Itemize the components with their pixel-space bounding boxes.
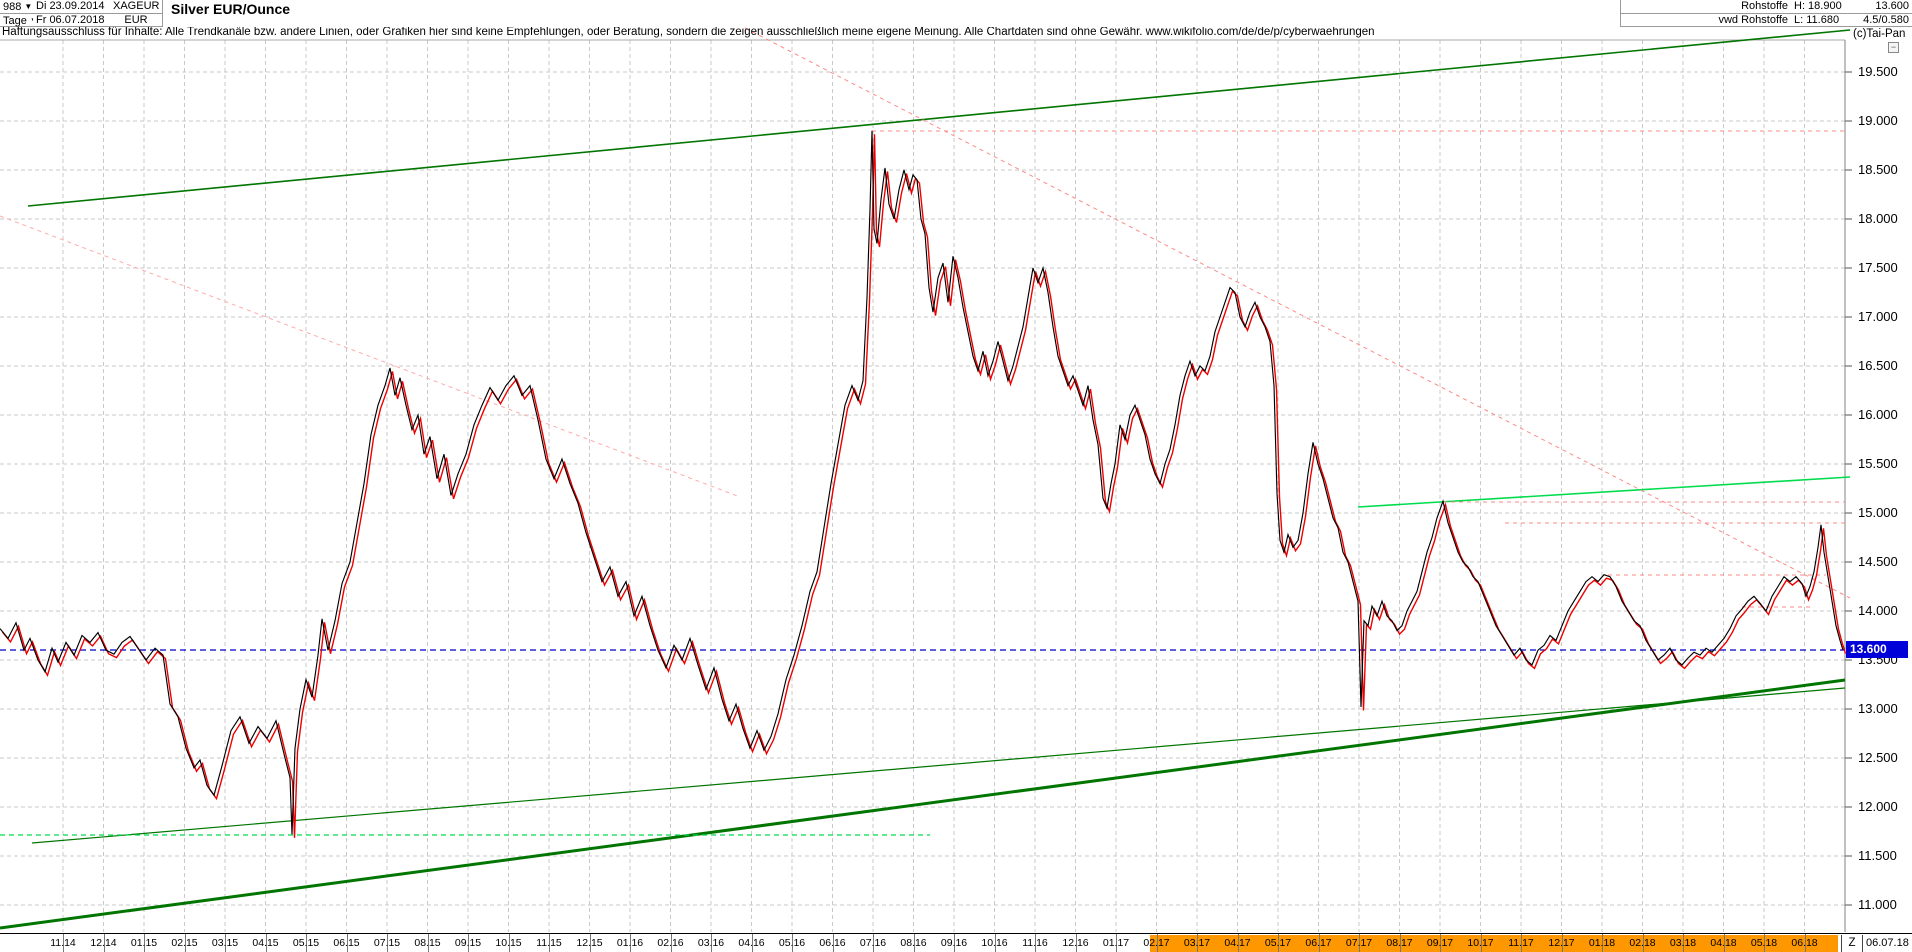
x-axis-month-label: 05.17 [1258,937,1298,949]
x-axis-month-label: 06.16 [813,937,853,949]
y-axis-tick-label: 16.500 [1858,358,1898,373]
x-axis-month-label: 10.16 [975,937,1015,949]
x-axis-month-label: 01.18 [1582,937,1622,949]
y-axis-tick-label: 16.000 [1858,407,1898,422]
y-axis-tick-label: 17.000 [1858,309,1898,324]
x-axis-month-label: 12.17 [1542,937,1582,949]
x-axis-month-label: 05.18 [1744,937,1784,949]
chart-header: 988 ▼ Di 23.09.2014 XAGEUR Tage ▼ Fr 06.… [0,0,1912,27]
upper-trend-channel [28,30,1850,206]
y-axis-tick-label: 14.500 [1858,554,1898,569]
chevron-down-icon: ▼ [24,2,32,11]
y-axis-tick-label: 15.500 [1858,456,1898,471]
page-title: Silver EUR/Ounce [167,1,294,17]
x-axis-bar: 11.1412.1401.1502.1503.1504.1505.1506.15… [0,933,1912,952]
x-axis-month-label: 11.14 [43,937,83,949]
x-axis-month-label: 03.15 [205,937,245,949]
x-axis-month-label: 07.15 [367,937,407,949]
price-chart-canvas[interactable]: 19.500 19.000 18.500 18.000 17.500 17.000 16.5… [0,0,1912,952]
x-axis-month-label: 03.16 [691,937,731,949]
last-price-header: 13.600 [1855,0,1912,14]
x-axis-month-label: 10.15 [489,937,529,949]
change-value: 4.5/0.580 [1855,13,1912,27]
y-axis-tick-label: 18.500 [1858,162,1898,177]
date-from[interactable]: Di 23.09.2014 [33,0,111,14]
x-axis-month-label: 08.15 [408,937,448,949]
end-date-label: 06.07.18 [1866,937,1909,949]
y-axis-tick-label: 12.000 [1858,799,1898,814]
x-axis-month-label: 01.16 [610,937,650,949]
last-price-badge: 13.600 [1846,641,1908,658]
x-axis-month-label: 04.15 [246,937,286,949]
y-axis-tick-label: 15.000 [1858,505,1898,520]
x-axis-month-label: 02.15 [165,937,205,949]
periods-dropdown[interactable]: 988 ▼ [0,0,34,14]
copyright-label: (c)Tai-Pan [1853,28,1905,40]
x-axis-month-label: 06.18 [1785,937,1825,949]
y-axis-tick-label: 14.000 [1858,603,1898,618]
data-source-line1: Rohstoffe [1620,0,1792,14]
y-axis-tick-label: 12.500 [1858,750,1898,765]
period-high: H: 18.900 [1791,0,1856,14]
x-axis-month-label: 01.17 [1096,937,1136,949]
x-axis-month-label: 12.14 [84,937,124,949]
x-axis-month-label: 12.15 [570,937,610,949]
x-axis-month-label: 02.17 [1137,937,1177,949]
x-axis-month-label: 11.15 [529,937,569,949]
x-axis-month-label: 08.16 [894,937,934,949]
zoom-z-button[interactable]: Z [1841,935,1863,952]
data-source-line2: vwd Rohstoffe [1620,13,1792,27]
x-axis-month-label: 09.16 [934,937,974,949]
x-axis-month-label: 02.18 [1623,937,1663,949]
x-axis-month-label: 08.17 [1380,937,1420,949]
x-axis-month-label: 03.17 [1177,937,1217,949]
y-axis-tick-label: 18.000 [1858,211,1898,226]
x-axis-month-label: 04.17 [1218,937,1258,949]
x-axis-month-label: 10.17 [1461,937,1501,949]
y-axis-tick-label: 19.000 [1858,113,1898,128]
x-axis-month-label: 07.17 [1339,937,1379,949]
x-axis-month-label: 05.16 [772,937,812,949]
lower-support-thin [32,688,1845,843]
date-to[interactable]: Fr 06.07.2018 [33,13,111,27]
collapse-icon[interactable]: − [1888,42,1899,53]
y-axis-tick-label: 19.500 [1858,64,1898,79]
x-axis-month-label: 07.16 [853,937,893,949]
x-axis-month-label: 06.17 [1299,937,1339,949]
down-trend-left [0,216,740,497]
x-axis-month-label: 04.16 [732,937,772,949]
y-axis-tick-label: 11.500 [1858,848,1897,863]
x-axis-month-label: 09.15 [448,937,488,949]
timeframe-dropdown[interactable]: Tage ▼ [0,13,34,27]
x-axis-month-label: 04.18 [1704,937,1744,949]
currency-code: EUR [110,13,163,27]
taipan-chart-window: 19.500 19.000 18.500 18.000 17.500 17.000 16.5… [0,0,1912,952]
x-axis-month-label: 11.17 [1501,937,1541,949]
lower-support-thick [0,680,1845,928]
x-axis-month-label: 11.16 [1015,937,1055,949]
x-axis-month-label: 06.15 [327,937,367,949]
period-low: L: 11.680 [1791,13,1856,27]
symbol-code: XAGEUR [110,0,163,14]
y-axis-tick-label: 13.000 [1858,701,1898,716]
disclaimer-text: Haftungsausschluss für Inhalte: Alle Tre… [2,26,1375,38]
x-axis-month-label: 12.16 [1056,937,1096,949]
x-axis-month-label: 03.18 [1663,937,1703,949]
x-axis-month-label: 02.16 [651,937,691,949]
y-axis-tick-label: 11.000 [1858,897,1897,912]
x-axis-month-label: 01.15 [124,937,164,949]
y-axis-tick-label: 17.500 [1858,260,1898,275]
x-axis-month-label: 05.15 [286,937,326,949]
x-axis-month-label: 09.17 [1420,937,1460,949]
